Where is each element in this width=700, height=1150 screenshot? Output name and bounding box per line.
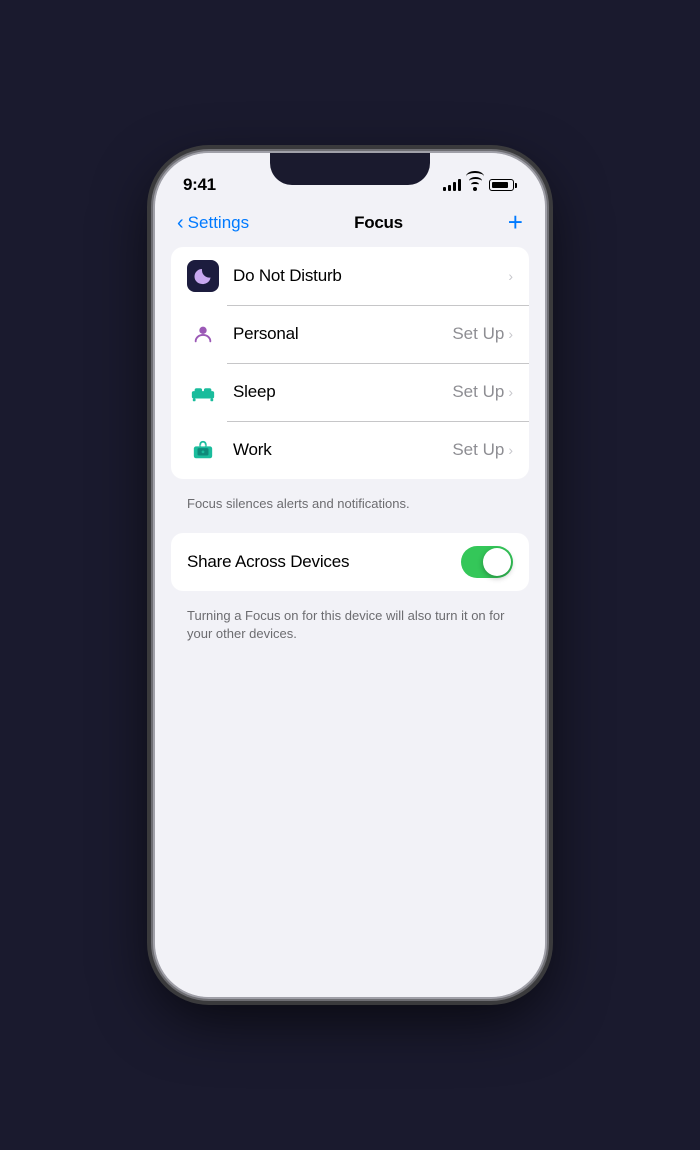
work-label: Work (233, 440, 272, 460)
personal-content: Personal Set Up › (233, 324, 513, 344)
focus-item-work[interactable]: Work Set Up › (171, 421, 529, 479)
focus-item-sleep[interactable]: Sleep Set Up › (171, 363, 529, 421)
content-area: Do Not Disturb › Per (155, 247, 545, 644)
back-label: Settings (188, 213, 249, 233)
focus-item-personal[interactable]: Personal Set Up › (171, 305, 529, 363)
sleep-right: Set Up › (452, 382, 513, 402)
share-devices-label: Share Across Devices (187, 552, 349, 572)
share-devices-card: Share Across Devices (171, 533, 529, 591)
list-description: Focus silences alerts and notifications. (171, 487, 529, 513)
notch (270, 153, 430, 185)
work-icon-container (187, 434, 219, 466)
phone-frame: 9:41 ‹ (155, 153, 545, 997)
status-time: 9:41 (183, 175, 216, 195)
moon-icon (193, 266, 213, 286)
back-chevron-icon: ‹ (177, 213, 184, 233)
status-icons (443, 179, 517, 191)
toggle-description: Turning a Focus on for this device will … (171, 599, 529, 643)
briefcase-icon (192, 439, 214, 461)
work-setup-label: Set Up (452, 440, 504, 460)
sleep-icon-container (187, 376, 219, 408)
screen: 9:41 ‹ (155, 153, 545, 997)
personal-setup-label: Set Up (452, 324, 504, 344)
dnd-icon-container (187, 260, 219, 292)
toggle-knob (483, 548, 511, 576)
share-devices-toggle[interactable] (461, 546, 513, 578)
add-button[interactable]: + (508, 209, 523, 235)
focus-item-dnd[interactable]: Do Not Disturb › (171, 247, 529, 305)
signal-bars-icon (443, 179, 461, 191)
personal-label: Personal (233, 324, 299, 344)
back-button[interactable]: ‹ Settings (177, 213, 249, 233)
wifi-icon (467, 179, 483, 191)
person-icon (192, 323, 214, 345)
sleep-content: Sleep Set Up › (233, 382, 513, 402)
personal-chevron-icon: › (508, 326, 513, 342)
bed-icon (190, 381, 216, 403)
personal-right: Set Up › (452, 324, 513, 344)
sleep-chevron-icon: › (508, 384, 513, 400)
focus-list-card: Do Not Disturb › Per (171, 247, 529, 479)
sleep-setup-label: Set Up (452, 382, 504, 402)
sleep-label: Sleep (233, 382, 275, 402)
dnd-right: › (508, 268, 513, 284)
page-title: Focus (354, 213, 403, 233)
personal-icon-container (187, 318, 219, 350)
nav-bar: ‹ Settings Focus + (155, 203, 545, 247)
dnd-label: Do Not Disturb (233, 266, 342, 286)
work-right: Set Up › (452, 440, 513, 460)
work-content: Work Set Up › (233, 440, 513, 460)
dnd-chevron-icon: › (508, 268, 513, 284)
work-chevron-icon: › (508, 442, 513, 458)
battery-icon (489, 179, 517, 191)
dnd-content: Do Not Disturb › (233, 266, 513, 286)
